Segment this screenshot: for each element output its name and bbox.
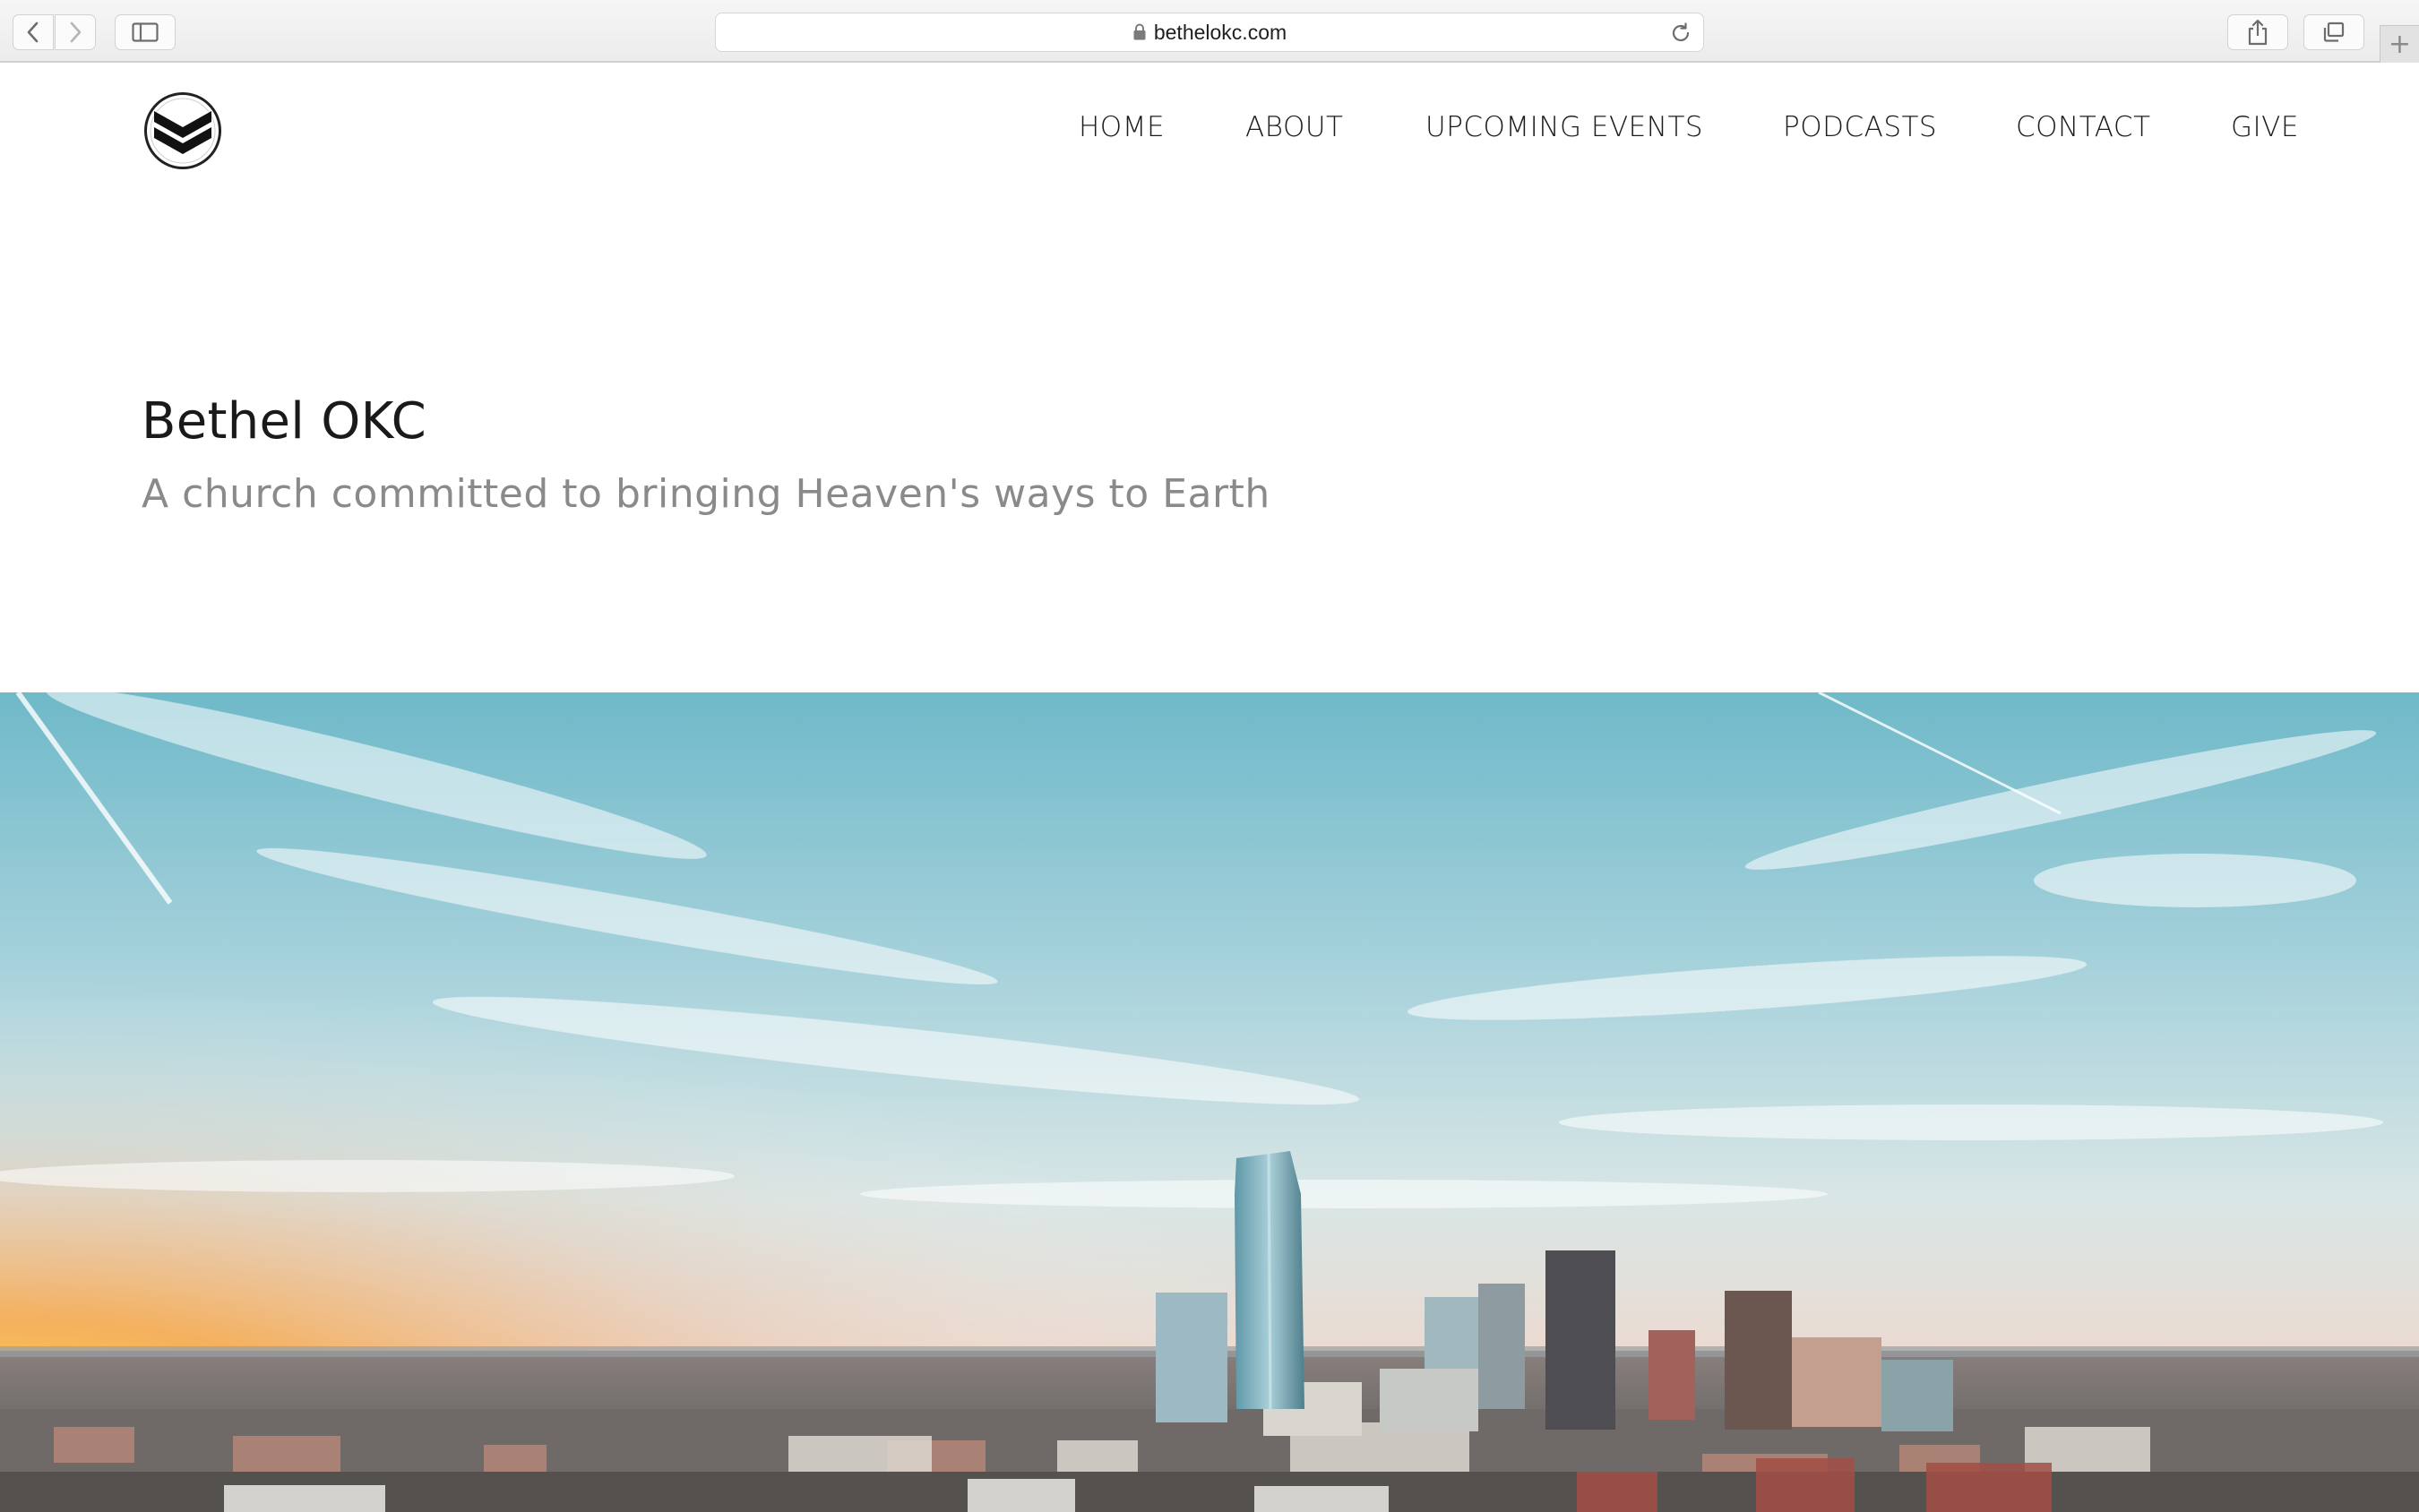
main-navigation: HOME ABOUT UPCOMING EVENTS PODCASTS CONT… — [0, 111, 2419, 150]
tabs-overview-button[interactable] — [2303, 14, 2364, 50]
page-tagline: A church committed to bringing Heaven's … — [142, 471, 1270, 517]
forward-button[interactable] — [55, 14, 96, 50]
nav-upcoming-events[interactable]: UPCOMING EVENTS — [1425, 111, 1703, 143]
share-icon — [2248, 19, 2268, 46]
nav-contact[interactable]: CONTACT — [2016, 111, 2151, 143]
nav-give[interactable]: GIVE — [2231, 111, 2299, 143]
lock-icon — [1133, 23, 1146, 40]
url-text: bethelokc.com — [1153, 20, 1287, 44]
back-button[interactable] — [13, 14, 54, 50]
nav-about[interactable]: ABOUT — [1245, 111, 1344, 143]
address-bar[interactable]: bethelokc.com — [715, 13, 1704, 52]
skyline-hero-image — [0, 692, 2419, 1512]
nav-podcasts[interactable]: PODCASTS — [1783, 111, 1937, 143]
chevron-right-icon — [70, 21, 82, 43]
reload-icon[interactable] — [1669, 21, 1692, 45]
share-button[interactable] — [2227, 14, 2288, 50]
tabs-overview-icon — [2323, 21, 2345, 42]
page-title: Bethel OKC — [142, 392, 426, 451]
nav-home[interactable]: HOME — [1079, 111, 1165, 143]
sidebar-button[interactable] — [115, 14, 176, 50]
browser-toolbar: bethelokc.com + — [0, 0, 2419, 63]
new-tab-button[interactable]: + — [2380, 25, 2419, 63]
sidebar-icon — [132, 22, 159, 42]
chevron-left-icon — [27, 21, 39, 43]
